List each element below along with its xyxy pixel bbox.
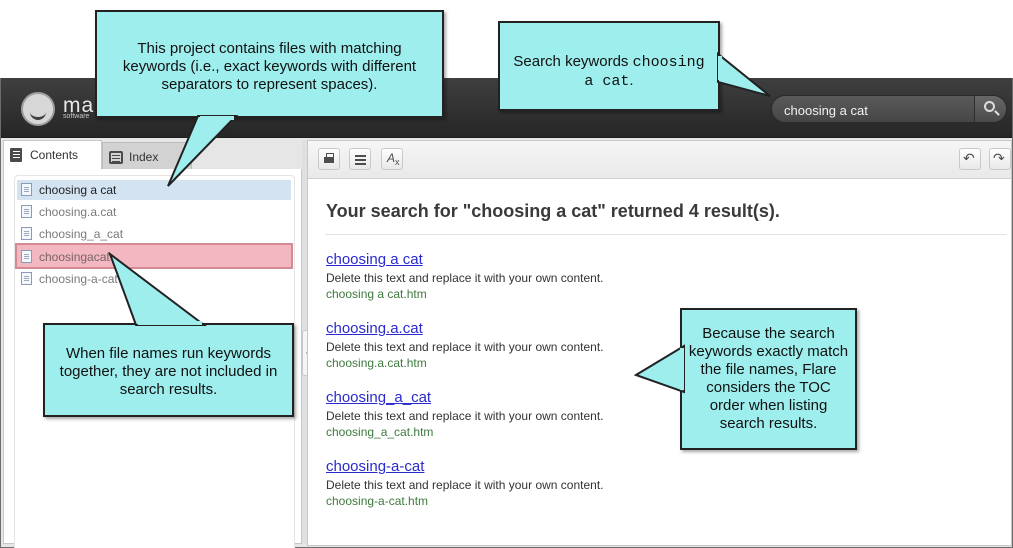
callout-text: Because the search keywords exactly matc… [688,325,849,432]
callout-text: When file names run keywords together, t… [59,345,278,398]
magnifier-icon [984,101,995,112]
result-link[interactable]: choosing-a-cat [326,458,926,475]
callout-toc-order: Because the search keywords exactly matc… [680,308,857,450]
toc-item-label: choosing_a_cat [39,227,124,241]
back-button[interactable] [959,148,981,170]
result-link[interactable]: choosing a cat [326,251,926,268]
topic-file-icon [21,205,32,218]
contents-icon [10,148,22,162]
search-result: choosing a cat Delete this text and repl… [326,251,926,301]
result-file: choosing a cat.htm [326,287,427,301]
callout-text-prefix: Search keywords [513,53,633,70]
toc-item[interactable]: choosing_a_cat [17,224,291,244]
callout-text-suffix: . [629,72,634,89]
callout-pointer [167,115,239,187]
toc-item-label: choosing.a.cat [39,205,117,219]
callout-search-keywords: Search keywords choosing a cat. [498,21,720,111]
callout-pointer [717,51,771,97]
callout-project-matching: This project contains files with matchin… [95,10,444,118]
callout-pointer [108,252,207,326]
callout-run-together: When file names run keywords together, t… [43,323,294,417]
search-result: choosing-a-cat Delete this text and repl… [326,458,926,508]
toc-item-label: choosing-a-cat [39,272,118,286]
toc-item-label: choosingacat [39,250,110,264]
topic-file-icon [21,272,32,285]
results-divider [325,234,1007,235]
topic-file-icon [21,250,32,263]
results-heading: Your search for "choosing a cat" returne… [326,201,780,221]
toc-item[interactable]: choosing.a.cat [17,202,291,222]
logo-icon [21,92,55,126]
search-input[interactable] [784,102,969,118]
search-button[interactable] [974,96,1006,122]
tab-contents[interactable]: Contents [3,140,102,170]
tab-contents-label: Contents [30,148,79,162]
print-button[interactable] [318,148,340,170]
result-description: Delete this text and replace it with you… [326,271,604,285]
content-toolbar [308,141,1011,179]
expand-all-button[interactable] [349,148,371,170]
logo-subtext: software [63,113,90,120]
result-description: Delete this text and replace it with you… [326,478,604,492]
search-box [771,95,1007,123]
toc-item-label: choosing a cat [39,183,117,197]
callout-text: This project contains files with matchin… [122,40,417,93]
callout-pointer [634,344,685,394]
index-icon [109,151,123,164]
forward-button[interactable] [989,148,1011,170]
remove-highlight-button[interactable] [381,148,403,170]
topic-file-icon [21,183,32,196]
result-file: choosing-a-cat.htm [326,494,429,508]
topic-file-icon [21,227,32,240]
screenshot-root: ma software Contents Index choosing a ca… [0,0,1013,548]
